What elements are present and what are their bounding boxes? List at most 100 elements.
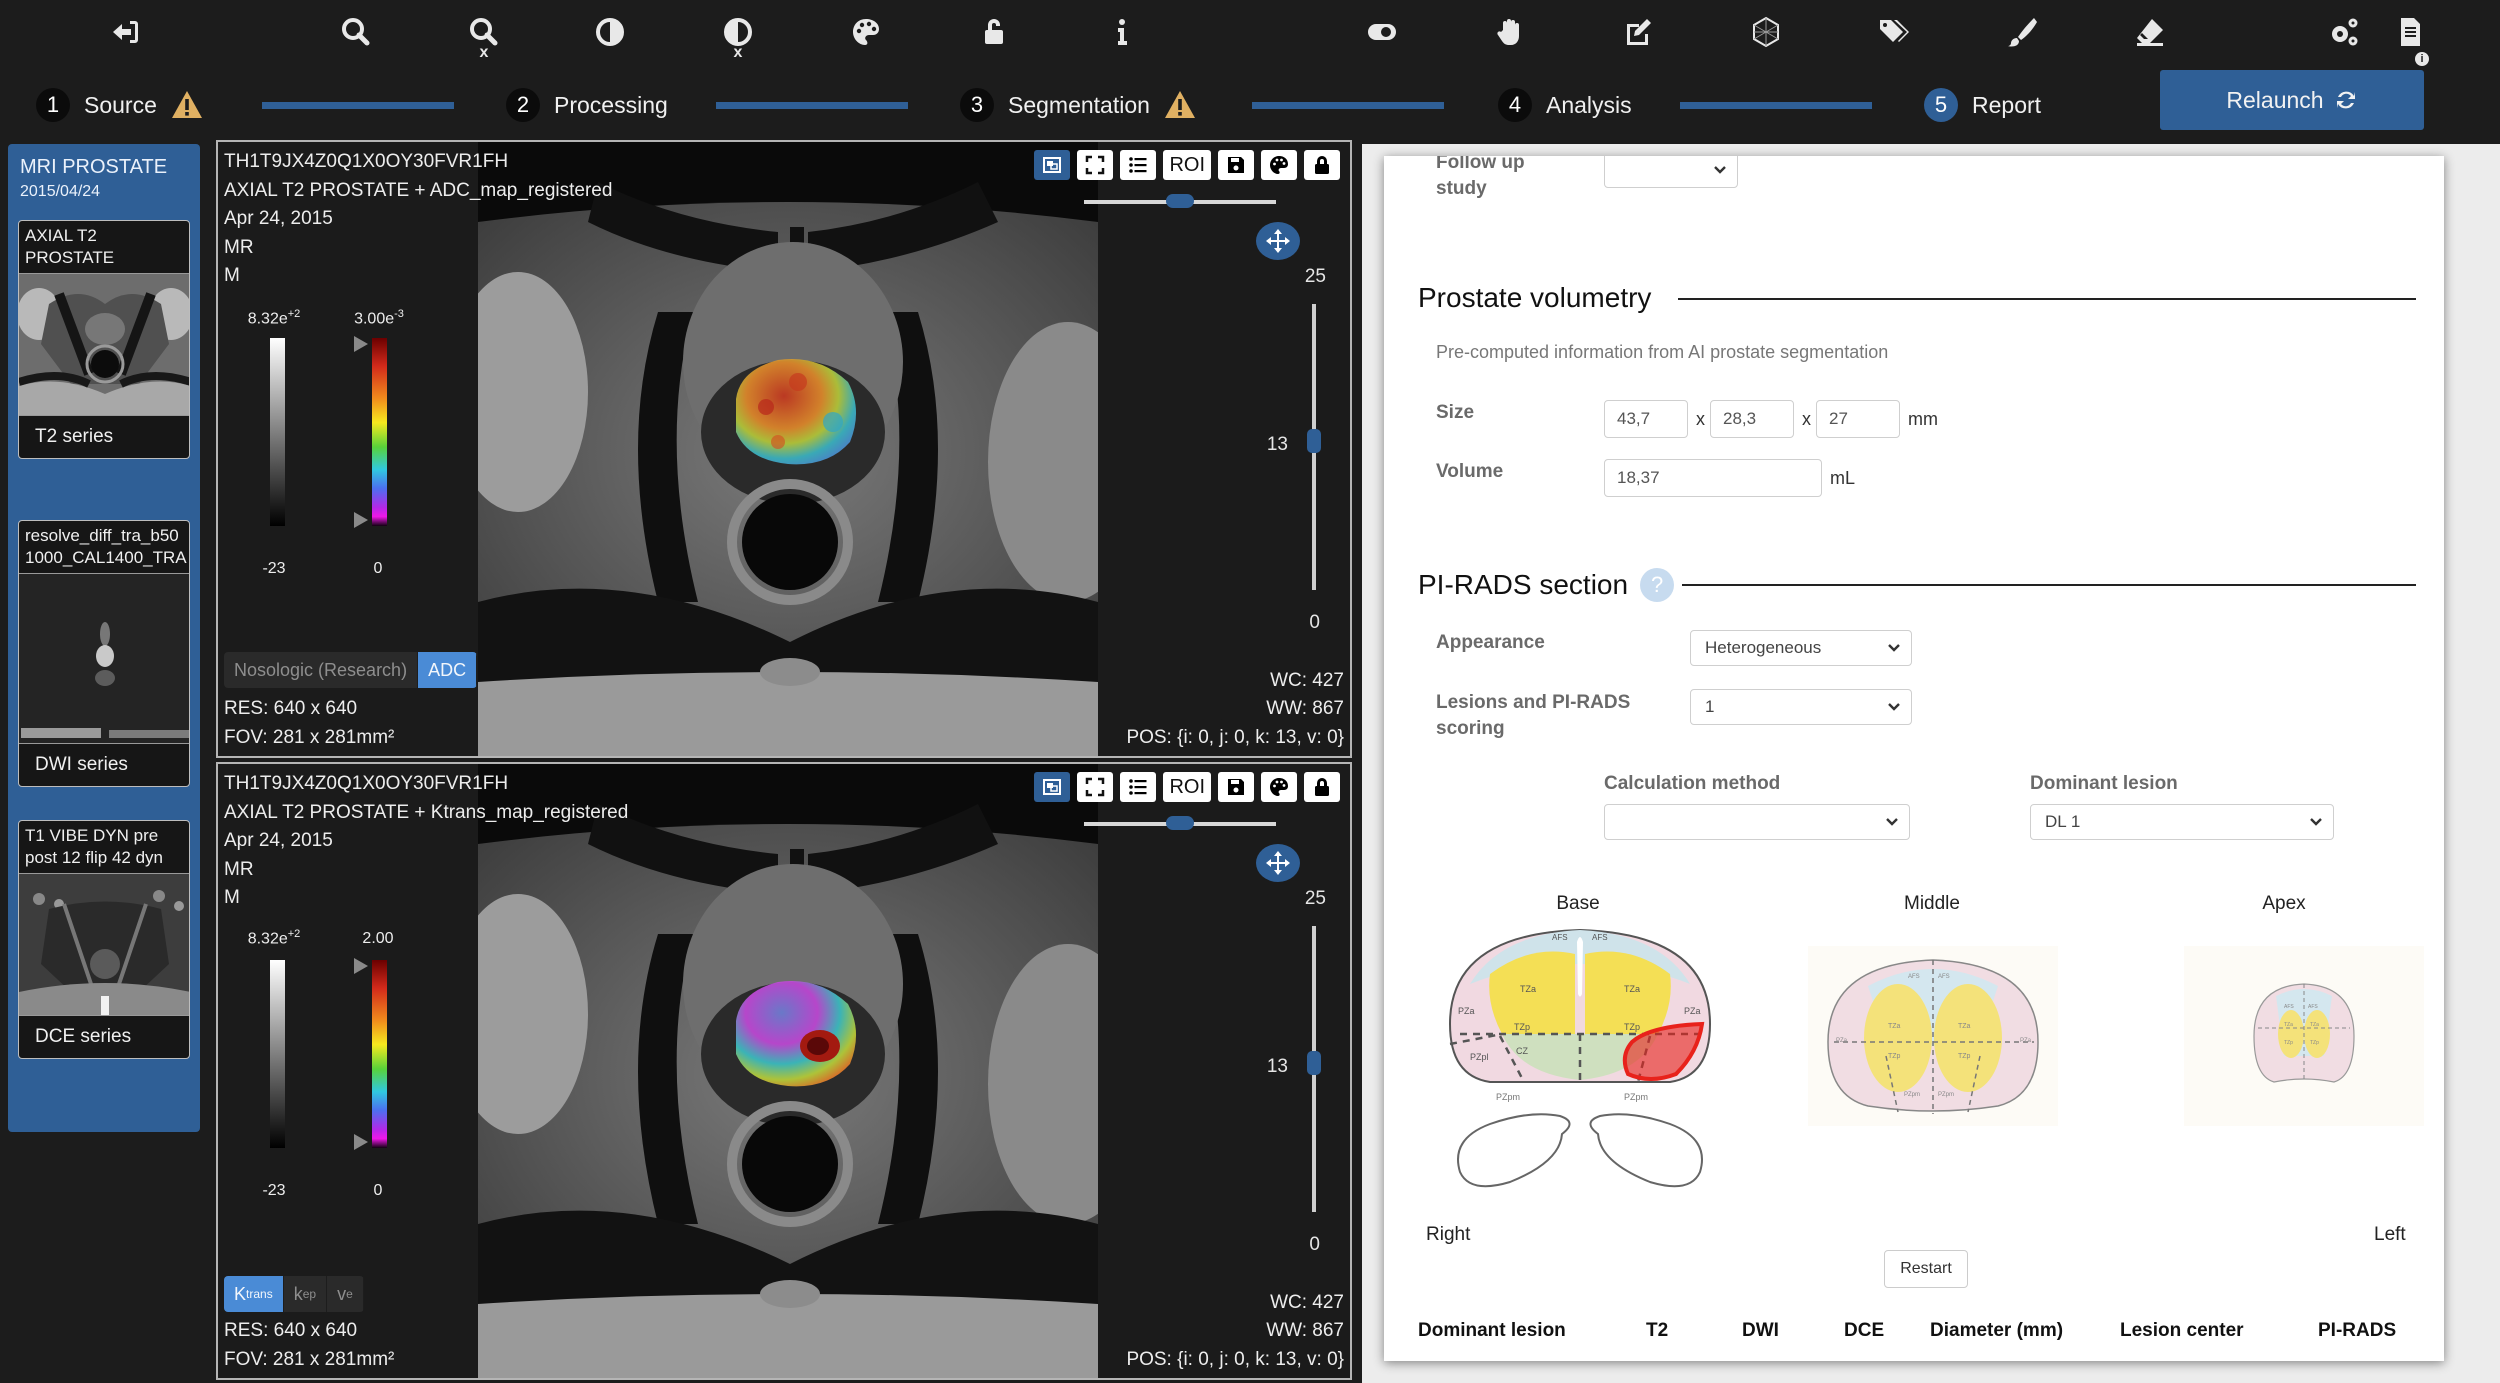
chevron-down-icon <box>1888 644 1900 652</box>
viewer-ktrans[interactable]: TH1T9JX4Z0Q1X0OY30FVR1FH AXIAL T2 PROSTA… <box>216 762 1352 1380</box>
toggle-icon[interactable] <box>1362 12 1402 52</box>
step-source[interactable]: 1 Source <box>36 80 203 130</box>
roi-button[interactable]: ROI <box>1163 772 1211 802</box>
fullscreen-button[interactable] <box>1077 150 1114 180</box>
help-icon[interactable]: ? <box>1640 568 1675 602</box>
viewer-toolbar: ROI <box>1034 150 1340 180</box>
svg-text:TZp: TZp <box>1624 1022 1640 1032</box>
step-analysis[interactable]: 4 Analysis <box>1498 80 1632 130</box>
size-x-input[interactable]: 43,7 <box>1604 400 1688 438</box>
lesions-label: Lesions and PI-RADS scoring <box>1436 692 1631 739</box>
grayscale-colorbar <box>270 338 285 526</box>
move-button[interactable] <box>1256 222 1300 260</box>
document-info-icon[interactable]: i <box>2390 12 2430 66</box>
calculation-method-label: Calculation method <box>1604 773 1781 794</box>
zoom-icon[interactable] <box>336 12 376 52</box>
svg-text:AFS: AFS <box>2308 1004 2318 1010</box>
list-button[interactable] <box>1120 150 1157 180</box>
palette-button[interactable] <box>1261 150 1297 180</box>
report-form[interactable]: Follow up study Prostate volumetry Pre-c… <box>1384 156 2444 1361</box>
save-button[interactable] <box>1218 150 1254 180</box>
svg-text:TZa: TZa <box>1520 984 1536 994</box>
eraser-icon[interactable] <box>2130 12 2170 52</box>
calculation-method-select[interactable] <box>1604 804 1910 840</box>
settings-icon[interactable] <box>2324 12 2364 52</box>
slice-min-label: 0 <box>1309 612 1320 633</box>
series-thumbnail <box>19 574 189 744</box>
reset-contrast-icon[interactable]: x <box>718 12 758 61</box>
overlay-icon <box>1043 157 1062 173</box>
appearance-select[interactable]: Heterogeneous <box>1690 630 1912 666</box>
list-button[interactable] <box>1120 772 1157 802</box>
restart-button[interactable]: Restart <box>1884 1250 1968 1288</box>
svg-text:TZa: TZa <box>1958 1023 1971 1030</box>
sector-map-base[interactable]: AFS AFS TZa TZa PZa PZa TZp TZp CZ PZpl … <box>1440 924 1720 1198</box>
step-connector <box>1252 102 1444 109</box>
sector-map-apex[interactable]: AFS AFS TZa TZa TZp TZp <box>2184 946 2424 1126</box>
table-header-lesion-center: Lesion center <box>2120 1320 2244 1341</box>
color-max-label: 2.00 <box>362 930 394 947</box>
size-z-input[interactable]: 27 <box>1816 400 1900 438</box>
exit-icon[interactable] <box>106 12 146 52</box>
info-icon[interactable] <box>1102 12 1142 52</box>
series-card-t2[interactable]: AXIAL T2 PROSTATE T2 series <box>18 220 190 459</box>
lesions-select[interactable]: 1 <box>1690 689 1912 725</box>
edit-icon[interactable] <box>1618 12 1658 52</box>
overlay-toggle-button[interactable] <box>1034 150 1071 180</box>
3d-mesh-icon[interactable] <box>1746 12 1786 52</box>
colorbar-max-handle[interactable] <box>354 336 368 352</box>
opacity-slider-handle[interactable] <box>1166 194 1194 208</box>
dominant-lesion-select[interactable]: DL 1 <box>2030 804 2334 840</box>
slice-max-label: 25 <box>1304 266 1326 287</box>
volume-input[interactable]: 18,37 <box>1604 459 1822 497</box>
appearance-label: Appearance <box>1436 632 1545 653</box>
pirads-heading: PI-RADS section ? <box>1418 568 1675 602</box>
roi-button[interactable]: ROI <box>1163 150 1211 180</box>
contrast-icon[interactable] <box>590 12 630 52</box>
sector-map-middle[interactable]: TZa TZa TZp TZp AFS AFS PZa PZa PZpm PZp… <box>1808 946 2058 1126</box>
slice-slider[interactable] <box>1307 926 1321 1212</box>
save-button[interactable] <box>1218 772 1254 802</box>
follow-up-select[interactable] <box>1604 156 1738 188</box>
step-processing[interactable]: 2 Processing <box>506 80 668 130</box>
step-report[interactable]: 5 Report <box>1924 80 2041 130</box>
palette-button[interactable] <box>1261 772 1297 802</box>
table-header-dce: DCE <box>1844 1320 1885 1341</box>
map-adc-button[interactable]: ADC <box>418 652 478 688</box>
right-side-label: Right <box>1426 1224 1471 1245</box>
hand-pan-icon[interactable] <box>1490 12 1530 52</box>
viewer-adc[interactable]: TH1T9JX4Z0Q1X0OY30FVR1FH AXIAL T2 PROSTA… <box>216 140 1352 758</box>
relaunch-button[interactable]: Relaunch <box>2160 70 2424 130</box>
size-y-input[interactable]: 28,3 <box>1710 400 1794 438</box>
refresh-icon <box>2336 91 2355 109</box>
map-kep-button[interactable]: k ep <box>283 1276 328 1312</box>
map-nosologic-button[interactable]: Nosologic (Research) <box>224 652 419 688</box>
list-icon <box>1129 779 1147 795</box>
slice-slider[interactable] <box>1307 304 1321 590</box>
unlock-icon[interactable] <box>974 12 1014 52</box>
brush-icon[interactable] <box>2002 12 2042 52</box>
step-segmentation[interactable]: 3 Segmentation <box>960 80 1196 130</box>
overlay-toggle-button[interactable] <box>1034 772 1071 802</box>
dominant-lesion-label: Dominant lesion <box>2030 773 2178 794</box>
palette-icon[interactable] <box>846 12 886 52</box>
gray-max-label: 8.32e+2 <box>247 308 301 328</box>
slice-slider-handle[interactable] <box>1307 1051 1321 1076</box>
slice-slider-handle[interactable] <box>1307 429 1321 454</box>
opacity-slider[interactable] <box>1084 194 1276 208</box>
series-card-dce[interactable]: T1 VIBE DYN pre post 12 flip 42 dyn DCE … <box>18 820 190 1059</box>
move-button[interactable] <box>1256 844 1300 882</box>
colorbar-min-handle[interactable] <box>354 512 368 528</box>
lock-button[interactable] <box>1304 150 1340 180</box>
opacity-slider-handle[interactable] <box>1166 816 1194 830</box>
tags-icon[interactable] <box>1874 12 1914 52</box>
map-ve-button[interactable]: ve <box>327 1276 364 1312</box>
fullscreen-button[interactable] <box>1077 772 1114 802</box>
colorbar-min-handle[interactable] <box>354 1134 368 1150</box>
reset-zoom-icon[interactable]: x <box>464 12 504 61</box>
opacity-slider[interactable] <box>1084 816 1276 830</box>
lock-button[interactable] <box>1304 772 1340 802</box>
map-ktrans-button[interactable]: Ktrans <box>224 1276 284 1312</box>
colorbar-max-handle[interactable] <box>354 958 368 974</box>
series-card-dwi[interactable]: resolve_diff_tra_b50 1000_CAL1400_TRA DW… <box>18 520 190 787</box>
